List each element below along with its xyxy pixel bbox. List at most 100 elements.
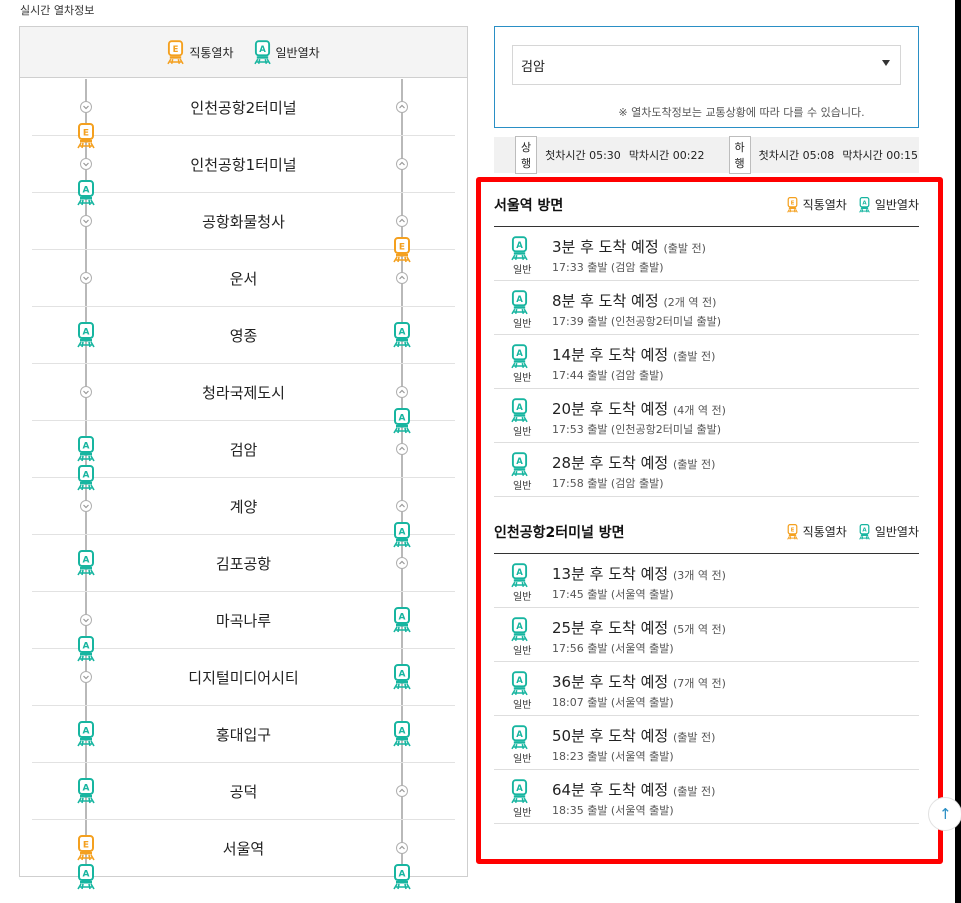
station-select[interactable]: 검암 — [512, 45, 901, 85]
local-train-icon[interactable]: A — [393, 322, 411, 352]
svg-text:A: A — [83, 727, 90, 737]
station-select-box: 검암 ※ 열차도착정보는 교통상황에 따라 다를 수 있습니다. — [494, 26, 919, 128]
station-row: 공항화물청사 — [32, 193, 455, 250]
svg-text:A: A — [83, 328, 90, 338]
local-train-icon[interactable]: A — [77, 778, 95, 808]
station-name: 영종 — [229, 326, 258, 345]
up-first-time: 첫차시간 05:30 — [545, 149, 621, 162]
station-name: 공덕 — [229, 782, 258, 801]
station-row: 검암 — [32, 421, 455, 478]
local-train-icon[interactable]: A — [77, 179, 95, 210]
station-row: 마곡나루 — [32, 592, 455, 649]
svg-text:E: E — [83, 128, 89, 138]
local-train-icon[interactable]: A — [393, 664, 411, 694]
local-train-icon[interactable]: A — [77, 721, 95, 751]
station-row: 청라국제도시 — [32, 364, 455, 421]
local-train-icon[interactable]: A — [393, 721, 411, 751]
chevron-up-icon — [396, 215, 408, 227]
station-row: 계양 — [32, 478, 455, 535]
svg-text:A: A — [399, 413, 406, 423]
chevron-down-icon — [80, 101, 92, 113]
local-train-icon[interactable]: A — [77, 436, 95, 466]
local-train-icon: A — [253, 39, 271, 65]
chevron-up-icon — [396, 158, 408, 170]
local-train-icon[interactable]: A — [77, 635, 95, 666]
station-row: 영종 — [32, 307, 455, 364]
chevron-down-icon — [80, 272, 92, 284]
highlight-box — [476, 177, 943, 864]
station-name: 청라국제도시 — [202, 383, 285, 402]
svg-text:A: A — [83, 869, 90, 879]
express-train-icon[interactable]: E — [77, 835, 95, 865]
chevron-down-icon — [80, 158, 92, 170]
local-train-icon[interactable]: A — [393, 407, 411, 438]
station-row: 홍대입구 — [32, 706, 455, 763]
up-last-time: 막차시간 00:22 — [628, 149, 705, 162]
svg-text:A: A — [83, 442, 90, 452]
svg-text:A: A — [83, 784, 90, 794]
svg-text:A: A — [83, 641, 90, 651]
local-train-icon[interactable]: A — [77, 464, 95, 495]
station-name: 계양 — [229, 497, 258, 516]
station-name: 서울역 — [222, 840, 265, 858]
track-area: 인천공항2터미널인천공항1터미널공항화물청사운서영종청라국제도시검암계양김포공항… — [20, 79, 467, 889]
chevron-up-icon — [396, 785, 408, 797]
chevron-up-icon — [396, 386, 408, 398]
svg-text:A: A — [399, 527, 406, 537]
chevron-up-icon — [396, 443, 408, 455]
chevron-up-icon — [396, 101, 408, 113]
station-name: 인천공항2터미널 — [190, 98, 297, 117]
station-row: 서울역 — [32, 820, 455, 877]
svg-text:A: A — [399, 727, 406, 737]
chevron-down-icon — [80, 671, 92, 683]
express-train-icon[interactable]: E — [393, 236, 411, 267]
station-row: 인천공항1터미널 — [32, 136, 455, 193]
local-train-icon[interactable]: A — [393, 607, 411, 637]
route-legend: E 직통열차 A 일반열차 — [20, 27, 467, 78]
local-train-icon[interactable]: A — [393, 521, 411, 552]
down-direction-badge: 하행 — [728, 136, 751, 174]
local-train-icon[interactable]: A — [77, 863, 95, 894]
svg-text:A: A — [83, 470, 90, 480]
arrow-up-icon: ↑ — [939, 805, 952, 823]
station-row: 디지털미디어시티 — [32, 649, 455, 706]
station-row: 공덕 — [32, 763, 455, 820]
local-train-icon[interactable]: A — [393, 863, 411, 894]
svg-text:E: E — [399, 242, 405, 252]
local-train-icon[interactable]: A — [77, 550, 95, 580]
chevron-up-icon — [396, 272, 408, 284]
chevron-down-icon — [80, 386, 92, 398]
station-select-value: 검암 — [521, 59, 545, 75]
station-name: 운서 — [229, 269, 258, 288]
station-row: 김포공항 — [32, 535, 455, 592]
scroll-top-button[interactable]: ↑ — [928, 797, 961, 831]
svg-text:A: A — [399, 328, 406, 338]
down-first-time: 첫차시간 05:08 — [758, 149, 835, 162]
express-train-icon: E — [167, 39, 185, 65]
station-name: 검암 — [229, 440, 258, 459]
station-row: 인천공항2터미널 — [32, 79, 455, 136]
svg-text:A: A — [399, 613, 406, 623]
svg-text:A: A — [399, 869, 406, 879]
chevron-up-icon — [396, 842, 408, 854]
svg-text:A: A — [399, 670, 406, 680]
station-name: 김포공항 — [215, 554, 272, 573]
local-train-icon[interactable]: A — [77, 322, 95, 352]
station-name: 홍대입구 — [215, 725, 272, 744]
chevron-down-icon — [80, 614, 92, 626]
svg-text:A: A — [83, 556, 90, 566]
down-last-time: 막차시간 00:15 — [842, 149, 918, 162]
legend-express: E 직통열차 — [167, 39, 234, 65]
station-name: 디지털미디어시티 — [188, 668, 299, 687]
express-train-icon[interactable]: E — [77, 122, 95, 153]
route-map-panel: E 직통열차 A 일반열차 인천공항2터미널인천공항1터미널공항화물청사운서영종… — [19, 26, 468, 889]
svg-text:A: A — [83, 185, 90, 195]
chevron-down-icon — [882, 60, 890, 66]
legend-local: A 일반열차 — [253, 39, 320, 65]
up-direction-badge: 상행 — [515, 136, 538, 174]
arrival-notice: ※ 열차도착정보는 교통상황에 따라 다를 수 있습니다. — [618, 106, 865, 119]
station-name: 인천공항1터미널 — [190, 155, 297, 174]
svg-text:E: E — [83, 841, 89, 851]
page: 실시간 열차정보 E 직통열차 A 일반열차 인천공항2터미널 인천공항1터미널 공… — [0, 0, 955, 903]
legend-local-label: 일반열차 — [275, 45, 320, 60]
